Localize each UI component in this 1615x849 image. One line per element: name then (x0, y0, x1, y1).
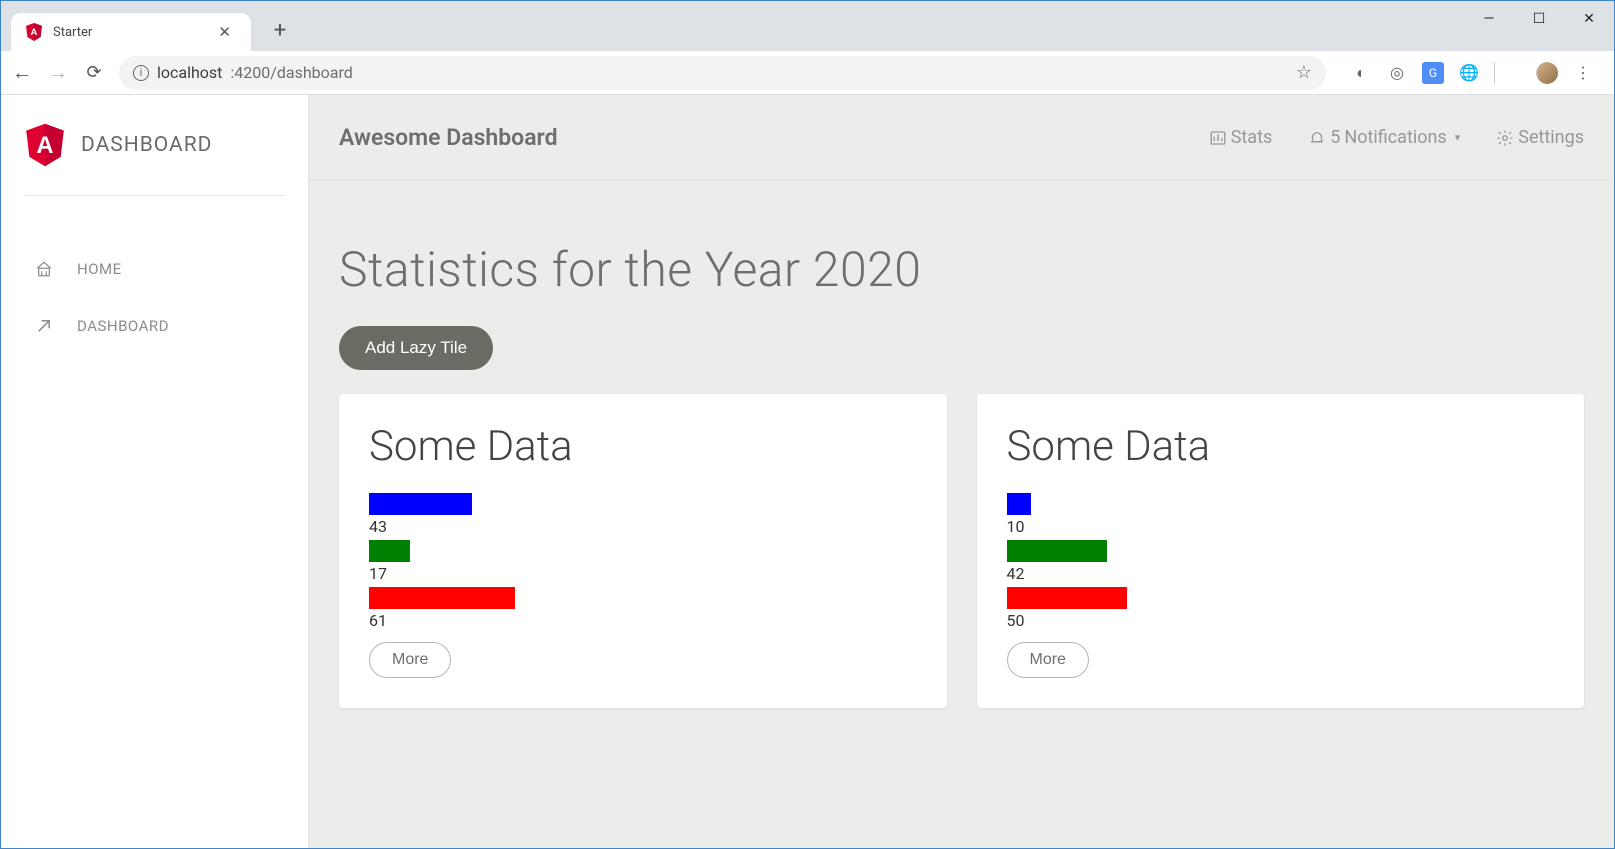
chart-icon (1209, 128, 1227, 148)
bar-row (369, 493, 917, 515)
browser-tab-title: Starter (53, 25, 212, 40)
window-minimize-button[interactable]: — (1464, 11, 1514, 27)
address-input[interactable]: i localhost :4200/dashboard ☆ (119, 56, 1326, 90)
gear-icon (1496, 128, 1514, 148)
bar-row (1007, 493, 1555, 515)
extension-icon[interactable]: ◐ (1350, 62, 1372, 84)
nav-back-button[interactable]: ← (11, 60, 33, 85)
tab-close-icon[interactable]: ✕ (212, 23, 237, 41)
tile-title: Some Data (369, 422, 917, 471)
url-path: :4200/dashboard (230, 63, 352, 82)
browser-menu-button[interactable]: ⋮ (1572, 62, 1594, 84)
window-close-button[interactable]: ✕ (1564, 11, 1614, 27)
topbar-right: Stats 5Notifications ▾ Settings (1209, 127, 1584, 148)
browser-title-bar: A Starter ✕ + — ☐ ✕ (1, 1, 1614, 51)
tile-title: Some Data (1007, 422, 1555, 471)
home-icon (31, 256, 57, 281)
nav-forward-button[interactable]: → (47, 60, 69, 85)
site-info-icon[interactable]: i (133, 65, 149, 81)
svg-text:A: A (31, 27, 38, 38)
content-area: Statistics for the Year 2020 Add Lazy Ti… (309, 181, 1614, 748)
angular-favicon-icon: A (25, 23, 43, 41)
bell-icon (1308, 128, 1326, 148)
bar (369, 493, 472, 515)
bar-value-label: 10 (1007, 517, 1555, 536)
more-button[interactable]: More (1007, 642, 1089, 678)
topbar-settings-link[interactable]: Settings (1496, 127, 1584, 148)
sidebar-item-home[interactable]: HOME (25, 240, 284, 297)
bar-value-label: 17 (369, 564, 917, 583)
app-root: A DASHBOARD HOME DASHBOARD (1, 95, 1614, 848)
window-controls: — ☐ ✕ (1464, 1, 1614, 37)
url-host: localhost (157, 63, 222, 82)
svg-text:A: A (36, 132, 53, 159)
extension-translate-icon[interactable]: G (1422, 62, 1444, 84)
topbar-notifications-dropdown[interactable]: 5Notifications ▾ (1308, 127, 1460, 148)
page-title: Statistics for the Year 2020 (339, 241, 1584, 298)
tiles-row: Some Data 43 17 61 More Some Data 10 42 50 More (339, 394, 1584, 708)
add-lazy-tile-button[interactable]: Add Lazy Tile (339, 326, 493, 370)
extension-icon[interactable]: ◎ (1386, 62, 1408, 84)
bar (369, 540, 410, 562)
sidebar-nav: HOME DASHBOARD (25, 240, 284, 354)
notif-count: 5 (1330, 127, 1340, 148)
brand: A DASHBOARD (25, 123, 284, 196)
bar-row (1007, 540, 1555, 562)
bar-row (1007, 587, 1555, 609)
more-button[interactable]: More (369, 642, 451, 678)
sidebar-item-label: HOME (77, 260, 122, 278)
brand-title: DASHBOARD (81, 133, 212, 157)
extension-icons: ◐ ◎ G 🌐 ⋮ (1350, 62, 1604, 84)
bar (1007, 493, 1031, 515)
sidebar: A DASHBOARD HOME DASHBOARD (1, 95, 308, 848)
bookmark-star-icon[interactable]: ☆ (1296, 62, 1312, 83)
bar (1007, 540, 1108, 562)
bar (369, 587, 515, 609)
sidebar-item-dashboard[interactable]: DASHBOARD (25, 297, 284, 354)
nav-reload-button[interactable]: ⟳ (83, 62, 105, 83)
bar-value-label: 43 (369, 517, 917, 536)
bar-value-label: 42 (1007, 564, 1555, 583)
bar-row (369, 587, 917, 609)
arrow-up-right-icon (31, 313, 57, 338)
topbar: Awesome Dashboard Stats 5Notifications ▾ (309, 95, 1614, 181)
browser-window: A Starter ✕ + — ☐ ✕ ← → ⟳ i localhost :42… (0, 0, 1615, 849)
topbar-settings-label: Settings (1518, 127, 1584, 148)
main-panel: Awesome Dashboard Stats 5Notifications ▾ (308, 95, 1614, 848)
notif-label: Notifications (1344, 127, 1446, 148)
divider (1494, 62, 1516, 84)
window-maximize-button[interactable]: ☐ (1514, 11, 1564, 27)
topbar-stats-link[interactable]: Stats (1209, 127, 1273, 148)
new-tab-button[interactable]: + (265, 18, 295, 43)
browser-tab[interactable]: A Starter ✕ (11, 13, 251, 51)
tile-card: Some Data 10 42 50 More (977, 394, 1585, 708)
bar-row (369, 540, 917, 562)
profile-avatar[interactable] (1536, 62, 1558, 84)
extension-icon[interactable]: 🌐 (1458, 62, 1480, 84)
sidebar-item-label: DASHBOARD (77, 317, 169, 335)
topbar-title: Awesome Dashboard (339, 124, 558, 151)
bar (1007, 587, 1127, 609)
bar-value-label: 61 (369, 611, 917, 630)
chevron-down-icon: ▾ (1455, 131, 1461, 144)
browser-address-bar: ← → ⟳ i localhost :4200/dashboard ☆ ◐ ◎ G… (1, 51, 1614, 95)
bar-value-label: 50 (1007, 611, 1555, 630)
tile-card: Some Data 43 17 61 More (339, 394, 947, 708)
angular-logo-icon: A (25, 123, 65, 167)
topbar-stats-label: Stats (1231, 127, 1273, 148)
